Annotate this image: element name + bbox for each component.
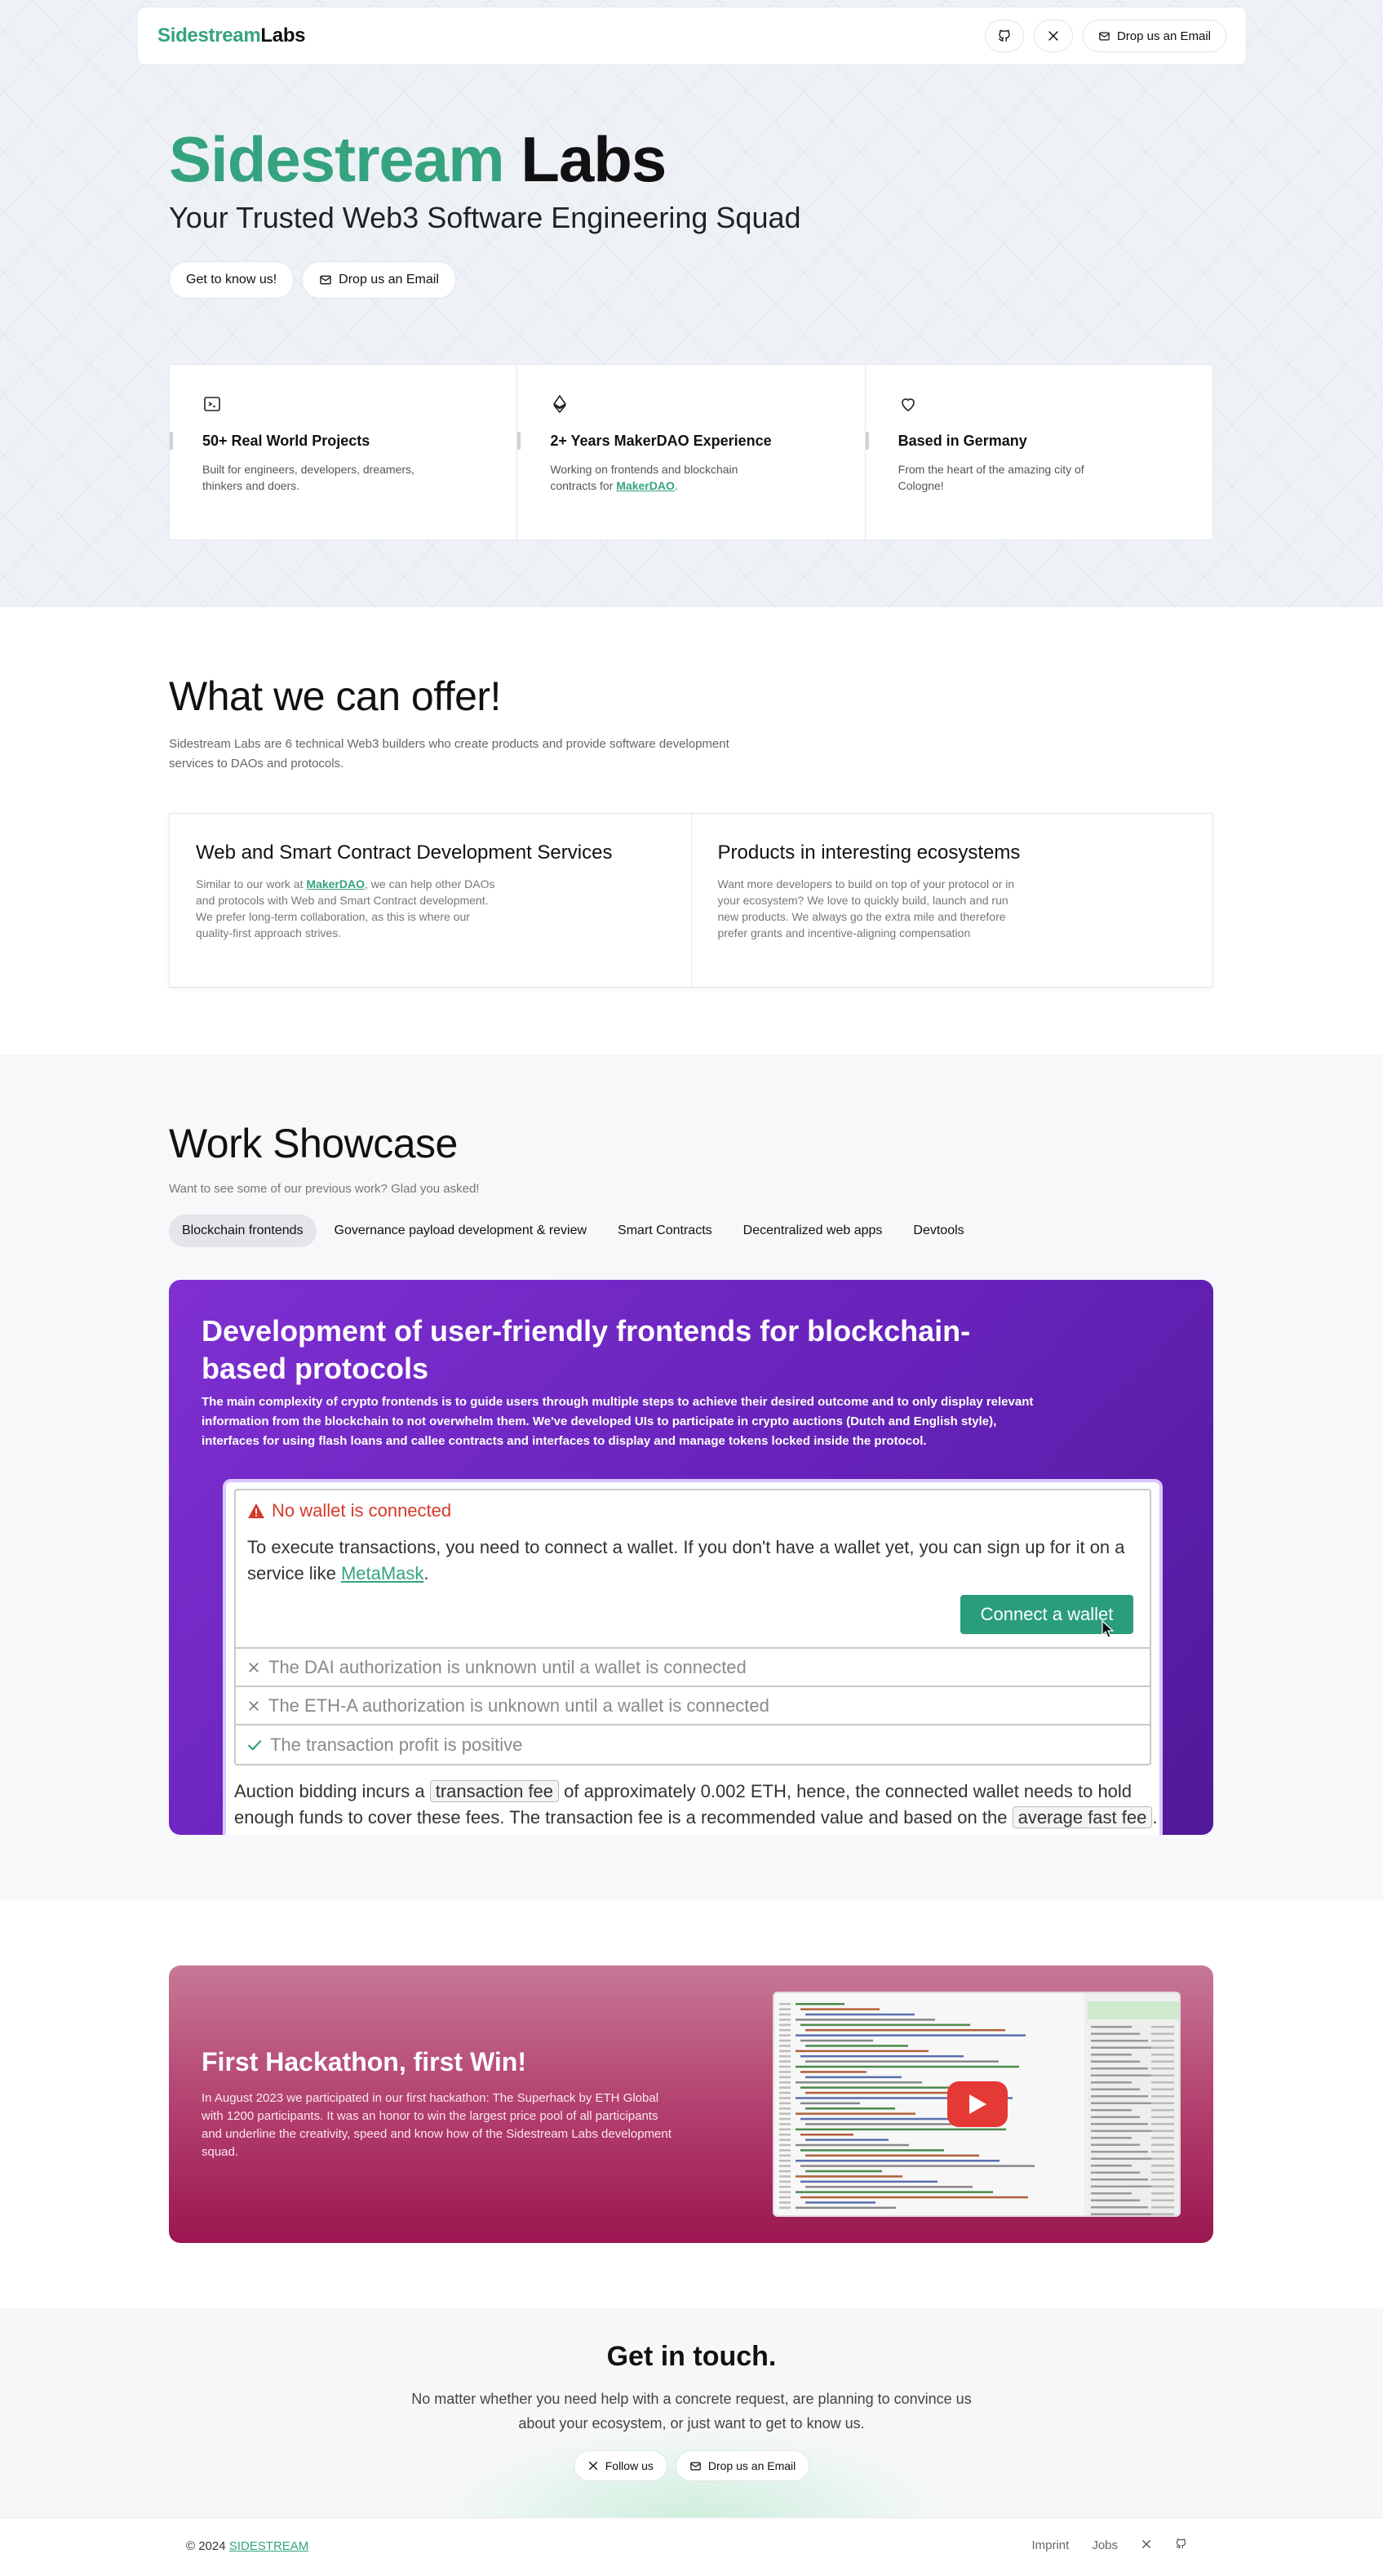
github-icon: [998, 29, 1010, 42]
tab-devtools[interactable]: Devtools: [900, 1215, 977, 1247]
auction-screenshot: No wallet is connected To execute transa…: [223, 1479, 1163, 1835]
feature-card-germany: Based in Germany From the heart of the a…: [865, 365, 1212, 540]
tab-smart-contracts[interactable]: Smart Contracts: [605, 1215, 725, 1247]
offer-section: What we can offer! Sidestream Labs are 6…: [0, 607, 1383, 1055]
x-icon: [249, 1700, 259, 1711]
offer-card-text: Want more developers to build on top of …: [717, 877, 1015, 939]
ethereum-icon: [553, 394, 567, 414]
x-logo-icon: [1048, 31, 1058, 41]
check-icon: [247, 1739, 262, 1751]
alert-text: To execute transactions, you need to con…: [247, 1537, 1125, 1583]
hackathon-card: First Hackathon, first Win! In August 20…: [169, 1965, 1213, 2243]
hero-email-button[interactable]: Drop us an Email: [302, 261, 456, 299]
hackathon-video[interactable]: [773, 1992, 1181, 2217]
footer-x-button[interactable]: [1141, 2538, 1152, 2553]
x-logo-icon: [588, 2461, 597, 2471]
github-icon: [1176, 2538, 1186, 2549]
mail-icon: [320, 275, 331, 285]
mail-icon: [690, 2462, 701, 2470]
imprint-link[interactable]: Imprint: [1031, 2538, 1069, 2552]
tab-governance-payload[interactable]: Governance payload development & review: [321, 1215, 601, 1247]
contact-text: No matter whether you need help with a c…: [411, 2391, 972, 2432]
terminal-icon: [204, 397, 220, 411]
heart-icon: [901, 398, 915, 411]
hero-section: Sidestream Labs Your Trusted Web3 Softwa…: [0, 0, 1383, 607]
mail-icon: [1099, 32, 1110, 40]
offer-card-products: Products in interesting ecosystems Want …: [692, 814, 1213, 987]
hackathon-title: First Hackathon, first Win!: [202, 2047, 526, 2076]
tab-decentralized-web-apps[interactable]: Decentralized web apps: [730, 1215, 896, 1247]
feature-title: Based in Germany: [898, 433, 1027, 449]
wallet-alert: No wallet is connected To execute transa…: [236, 1490, 1150, 1649]
contact-section: Get in touch. No matter whether you need…: [0, 2308, 1383, 2517]
follow-us-button[interactable]: Follow us: [573, 2450, 667, 2481]
hero-title: Sidestream Labs: [169, 123, 667, 195]
makerdao-link[interactable]: MakerDAO: [616, 479, 675, 492]
offer-card-title: Products in interesting ecosystems: [717, 842, 1021, 864]
fee-note: Auction bidding incurs a transaction fee…: [234, 1780, 1158, 1828]
footer-github-button[interactable]: [1175, 2538, 1187, 2553]
feature-cards: 50+ Real World Projects Built for engine…: [169, 364, 1213, 540]
offer-card-title: Web and Smart Contract Development Servi…: [196, 842, 613, 864]
play-icon[interactable]: [947, 2081, 1008, 2127]
offer-card-services: Web and Smart Contract Development Servi…: [170, 814, 692, 987]
contact-title: Get in touch.: [606, 2341, 777, 2372]
offer-card-text: Similar to our work at MakerDAO, we can …: [196, 877, 495, 939]
check-row-profit: The transaction profit is positive: [236, 1725, 1150, 1764]
check-row-dai: The DAI authorization is unknown until a…: [236, 1649, 1150, 1687]
top-navbar: SidestreamLabs Drop us an Email: [137, 7, 1247, 65]
feature-card-makerdao: 2+ Years MakerDAO Experience Working on …: [517, 365, 866, 540]
feature-text: Working on frontends and blockchain cont…: [550, 463, 738, 492]
footer-brand-link[interactable]: SIDESTREAM: [229, 2539, 309, 2553]
warning-icon: [248, 1503, 264, 1519]
nav-email-button[interactable]: Drop us an Email: [1082, 20, 1226, 52]
showcase-card-title: Development of user-friendly frontends f…: [202, 1314, 971, 1385]
site-logo[interactable]: SidestreamLabs: [157, 24, 306, 47]
cursor-icon: [1102, 1619, 1115, 1638]
x-icon: [249, 1662, 259, 1672]
showcase-card: Development of user-friendly frontends f…: [169, 1280, 1213, 1835]
showcase-title: Work Showcase: [169, 1121, 458, 1166]
github-button[interactable]: [984, 20, 1024, 52]
offer-title: What we can offer!: [169, 673, 501, 719]
offer-lead: Sidestream Labs are 6 technical Web3 bui…: [169, 737, 729, 771]
feature-text: Built for engineers, developers, dreamer…: [202, 463, 414, 492]
hackathon-text: In August 2023 we participated in our fi…: [202, 2091, 672, 2159]
alert-title: No wallet is connected: [272, 1500, 452, 1521]
tab-blockchain-frontends[interactable]: Blockchain frontends: [169, 1215, 317, 1247]
metamask-link[interactable]: MetaMask: [341, 1563, 423, 1583]
showcase-lead: Want to see some of our previous work? G…: [169, 1182, 480, 1196]
check-row-eth: The ETH-A authorization is unknown until…: [236, 1687, 1150, 1725]
showcase-section: Work Showcase Want to see some of our pr…: [0, 1055, 1383, 1900]
jobs-link[interactable]: Jobs: [1092, 2538, 1118, 2552]
showcase-tabs: Blockchain frontends Governance payload …: [169, 1215, 977, 1247]
showcase-card-description: The main complexity of crypto frontends …: [202, 1395, 1034, 1448]
feature-text: From the heart of the amazing city of Co…: [898, 463, 1084, 492]
x-logo-icon: [1141, 2539, 1151, 2548]
copyright: © 2024 SIDESTREAM: [186, 2539, 309, 2553]
feature-title: 50+ Real World Projects: [202, 433, 370, 449]
hero-subtitle: Your Trusted Web3 Software Engineering S…: [169, 201, 801, 234]
feature-title: 2+ Years MakerDAO Experience: [550, 433, 772, 449]
contact-email-button[interactable]: Drop us an Email: [675, 2450, 810, 2481]
makerdao-link[interactable]: MakerDAO: [306, 877, 365, 890]
feature-card-projects: 50+ Real World Projects Built for engine…: [170, 365, 518, 540]
hackathon-section: First Hackathon, first Win! In August 20…: [0, 1900, 1383, 2308]
get-to-know-us-button[interactable]: Get to know us!: [169, 261, 295, 299]
x-twitter-button[interactable]: [1033, 20, 1073, 52]
site-footer: © 2024 SIDESTREAM Imprint Jobs: [0, 2517, 1383, 2576]
